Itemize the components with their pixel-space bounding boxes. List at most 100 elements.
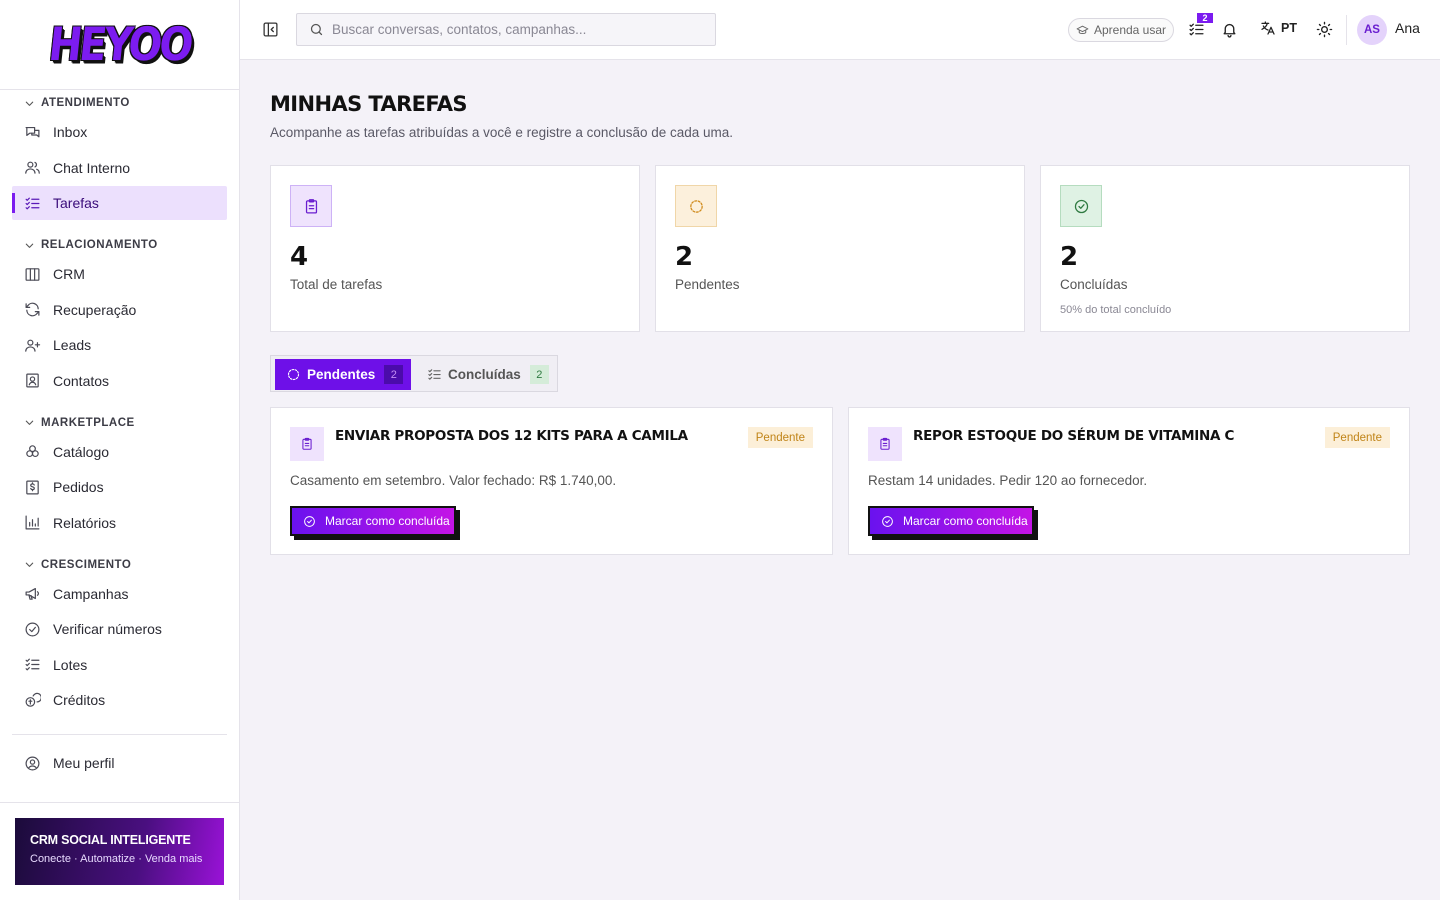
complete-task-button[interactable]: Marcar como concluída [290, 506, 456, 536]
section-toggle-marketplace[interactable]: MARKETPLACE [24, 415, 239, 431]
contact-icon [26, 373, 39, 388]
topbar-divider [1346, 15, 1347, 45]
stat-card-concluidas: 2 Concluídas 50% do total concluído [1040, 165, 1410, 332]
sidebar-item-label: Pedidos [53, 479, 104, 495]
language-switcher[interactable]: PT [1260, 20, 1297, 36]
tab-count-badge: 2 [384, 365, 404, 384]
nav-section-atendimento: ATENDIMENTO Inbox Chat Interno Tarefas [0, 95, 239, 220]
avatar[interactable]: AS [1357, 15, 1387, 45]
sun-icon[interactable] [1316, 21, 1333, 38]
tab-label: Concluídas [448, 367, 521, 382]
section-toggle-crescimento[interactable]: CRESCIMENTO [24, 557, 239, 573]
graduation-cap-icon [1076, 25, 1089, 34]
nav-section-marketplace: MARKETPLACE Catálogo Pedidos Relatórios [0, 415, 239, 540]
sidebar-item-label: Tarefas [53, 195, 99, 211]
list-check-icon [25, 197, 40, 209]
nav-section-relacionamento: RELACIONAMENTO CRM Recuperação Leads Con… [0, 237, 239, 398]
task-icon-box [290, 427, 324, 461]
sidebar-item-tarefas[interactable]: Tarefas [12, 186, 227, 220]
megaphone-icon [25, 587, 39, 600]
sidebar-item-label: Catálogo [53, 443, 110, 460]
sidebar-collapse-icon[interactable] [262, 21, 279, 38]
task-card: REPOR ESTOQUE DO SÉRUM DE VITAMINA C Pen… [848, 407, 1410, 555]
sidebar-item-verificar-numeros[interactable]: Verificar números [12, 612, 227, 646]
task-card: ENVIAR PROPOSTA DOS 12 KITS PARA A CAMIL… [270, 407, 833, 555]
sidebar-item-chat-interno[interactable]: Chat Interno [12, 151, 227, 185]
stat-label: Total de tarefas [290, 277, 383, 292]
stat-label: Pendentes [675, 277, 740, 292]
stat-icon-box [675, 185, 717, 227]
sidebar-item-creditos[interactable]: Créditos [12, 683, 227, 717]
complete-task-button[interactable]: Marcar como concluída [868, 506, 1034, 536]
clipboard-icon [302, 437, 312, 450]
section-toggle-atendimento[interactable]: ATENDIMENTO [24, 95, 239, 111]
tasks-list-icon[interactable] [1188, 21, 1205, 38]
sidebar-item-label: Leads [53, 337, 92, 353]
check-circle-icon [304, 515, 315, 527]
stat-icon-box [290, 185, 332, 227]
refresh-icon [25, 302, 40, 317]
chevron-down-icon [25, 420, 34, 425]
sidebar-item-campanhas[interactable]: Campanhas [12, 577, 227, 611]
sidebar-item-relatorios[interactable]: Relatórios [12, 506, 227, 540]
learn-button[interactable]: Aprenda usar [1068, 18, 1174, 42]
search-icon [310, 23, 323, 36]
button-label: Marcar como concluída [325, 514, 450, 528]
sidebar-item-contatos[interactable]: Contatos [12, 364, 227, 398]
bell-icon[interactable] [1221, 21, 1238, 38]
sidebar-item-inbox[interactable]: Inbox [12, 115, 227, 149]
language-label: PT [1281, 21, 1297, 35]
sidebar: HEYOO ATENDIMENTO Inbox Chat Interno Tar… [0, 0, 240, 900]
task-title: ENVIAR PROPOSTA DOS 12 KITS PARA A CAMIL… [335, 428, 688, 444]
promo-title: CRM SOCIAL INTELIGENTE [30, 833, 191, 847]
complete-task-button-wrap: Marcar como concluída [868, 506, 1038, 540]
section-toggle-relacionamento[interactable]: RELACIONAMENTO [24, 237, 239, 253]
sidebar-item-label: Meu perfil [53, 755, 115, 771]
status-badge: Pendente [747, 427, 813, 448]
user-circle-icon [25, 756, 40, 770]
clipboard-icon [880, 437, 890, 450]
sidebar-item-label: Lotes [53, 656, 88, 673]
promo-banner[interactable]: CRM SOCIAL INTELIGENTE Conecte · Automat… [15, 818, 224, 885]
stat-value: 4 [290, 242, 309, 272]
section-title: MARKETPLACE [41, 416, 135, 429]
search-bar[interactable] [296, 13, 716, 46]
sidebar-item-catalogo[interactable]: Catálogo [12, 435, 227, 469]
clipboard-icon [305, 198, 317, 214]
user-name[interactable]: Ana [1395, 20, 1420, 36]
sidebar-divider [12, 734, 227, 735]
task-icon-box [868, 427, 902, 461]
search-input[interactable] [332, 22, 702, 37]
sidebar-item-leads[interactable]: Leads [12, 328, 227, 362]
tasks-count-badge: 2 [1197, 13, 1213, 23]
stat-note: 50% do total concluído [1060, 304, 1172, 316]
stat-value: 2 [1060, 242, 1079, 272]
sidebar-nav: ATENDIMENTO Inbox Chat Interno Tarefas R… [0, 90, 239, 780]
translate-icon [1261, 21, 1275, 35]
user-plus-icon [25, 339, 41, 352]
stat-value: 2 [675, 242, 694, 272]
list-check-icon [428, 369, 441, 380]
sidebar-item-label: Recuperação [53, 301, 137, 318]
sidebar-item-label: Campanhas [53, 585, 129, 602]
app-logo[interactable]: HEYOO [46, 18, 193, 71]
stat-card-pendentes: 2 Pendentes [655, 165, 1025, 332]
tab-pendentes[interactable]: Pendentes 2 [275, 359, 411, 390]
loader-dashed-icon [689, 199, 703, 213]
sidebar-item-label: Créditos [53, 692, 106, 708]
sidebar-item-lotes[interactable]: Lotes [12, 648, 227, 682]
tab-concluidas[interactable]: Concluídas 2 [416, 359, 556, 390]
task-description: Casamento em setembro. Valor fechado: R$… [290, 473, 617, 488]
chevron-down-icon [25, 562, 34, 567]
sidebar-item-meu-perfil[interactable]: Meu perfil [12, 746, 227, 780]
sidebar-item-pedidos[interactable]: Pedidos [12, 470, 227, 504]
sidebar-divider [0, 802, 239, 803]
sidebar-item-recuperacao[interactable]: Recuperação [12, 293, 227, 327]
chevron-down-icon [25, 243, 34, 248]
section-title: RELACIONAMENTO [41, 239, 158, 251]
sidebar-item-crm[interactable]: CRM [12, 257, 227, 291]
logo-area: HEYOO [0, 0, 239, 90]
tab-count-badge: 2 [529, 365, 549, 384]
sidebar-item-label: Verificar números [53, 621, 162, 637]
section-title: CRESCIMENTO [41, 558, 132, 571]
